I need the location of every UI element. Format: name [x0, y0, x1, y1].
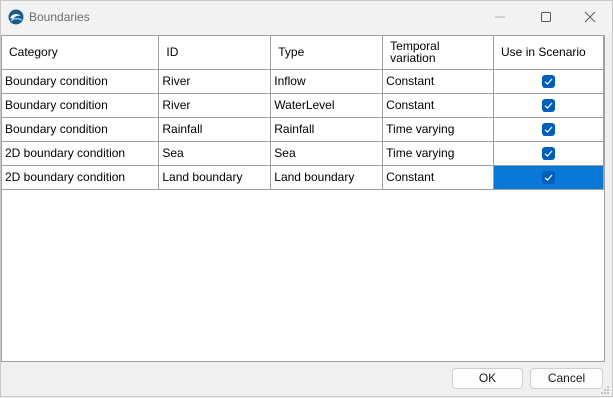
checkmark-icon: [544, 150, 553, 157]
resize-grip-icon[interactable]: [600, 384, 610, 394]
window-title: Boundaries: [29, 10, 90, 24]
boundaries-dialog: Boundaries Category ID Type Temporal var…: [0, 0, 613, 397]
cell-id[interactable]: River: [158, 93, 272, 118]
header-row: Category ID Type Temporal variation Use …: [2, 36, 604, 70]
minimize-button[interactable]: [477, 1, 523, 33]
cancel-button[interactable]: Cancel: [530, 368, 603, 389]
column-header-type[interactable]: Type: [270, 36, 384, 70]
column-header-category[interactable]: Category: [2, 36, 160, 70]
cell-temporal-variation[interactable]: Time varying: [382, 117, 495, 142]
table-row[interactable]: Boundary condition River WaterLevel Cons…: [2, 93, 604, 118]
cell-type[interactable]: Sea: [270, 141, 384, 166]
table-row-selected[interactable]: 2D boundary condition Land boundary Land…: [2, 165, 604, 190]
ok-button[interactable]: OK: [452, 368, 523, 389]
maximize-button[interactable]: [523, 1, 569, 33]
cell-category[interactable]: Boundary condition: [2, 69, 160, 94]
cell-type[interactable]: Land boundary: [270, 165, 384, 190]
use-in-scenario-checkbox[interactable]: [542, 171, 555, 185]
cell-category[interactable]: Boundary condition: [2, 117, 160, 142]
cell-category[interactable]: 2D boundary condition: [2, 141, 160, 166]
cell-use-in-scenario[interactable]: [493, 165, 604, 190]
cell-temporal-variation[interactable]: Constant: [382, 69, 495, 94]
water-wave-icon: [8, 9, 24, 25]
use-in-scenario-checkbox[interactable]: [542, 75, 555, 89]
cell-id[interactable]: Sea: [158, 141, 272, 166]
cell-category[interactable]: 2D boundary condition: [2, 165, 160, 190]
maximize-icon: [541, 12, 551, 22]
cell-type[interactable]: WaterLevel: [270, 93, 384, 118]
table-row[interactable]: 2D boundary condition Sea Sea Time varyi…: [2, 141, 604, 166]
cell-use-in-scenario[interactable]: [493, 141, 604, 166]
checkmark-icon: [544, 78, 553, 85]
checkmark-icon: [544, 126, 553, 133]
column-header-temporal-variation[interactable]: Temporal variation: [382, 36, 495, 70]
cell-id[interactable]: Land boundary: [158, 165, 272, 190]
table-row[interactable]: Boundary condition Rainfall Rainfall Tim…: [2, 117, 604, 142]
table-row[interactable]: Boundary condition River Inflow Constant: [2, 69, 604, 94]
cell-temporal-variation[interactable]: Constant: [382, 165, 495, 190]
cell-use-in-scenario[interactable]: [493, 117, 604, 142]
title-bar[interactable]: Boundaries: [1, 1, 612, 33]
cell-temporal-variation[interactable]: Constant: [382, 93, 495, 118]
cell-temporal-variation[interactable]: Time varying: [382, 141, 495, 166]
cell-type[interactable]: Rainfall: [270, 117, 384, 142]
cell-id[interactable]: River: [158, 69, 272, 94]
use-in-scenario-checkbox[interactable]: [542, 99, 555, 113]
boundaries-table: Category ID Type Temporal variation Use …: [2, 36, 604, 190]
cell-use-in-scenario[interactable]: [493, 93, 604, 118]
cell-id[interactable]: Rainfall: [158, 117, 272, 142]
use-in-scenario-checkbox[interactable]: [542, 147, 555, 161]
boundaries-grid[interactable]: Category ID Type Temporal variation Use …: [1, 35, 605, 362]
column-header-use-in-scenario[interactable]: Use in Scenario: [493, 36, 604, 70]
close-icon: [584, 11, 596, 23]
close-button[interactable]: [567, 1, 613, 33]
column-header-id[interactable]: ID: [158, 36, 272, 70]
checkmark-icon: [544, 174, 553, 181]
minimize-icon: [495, 16, 505, 18]
cell-type[interactable]: Inflow: [270, 69, 384, 94]
checkmark-icon: [544, 102, 553, 109]
cell-use-in-scenario[interactable]: [493, 69, 604, 94]
cell-category[interactable]: Boundary condition: [2, 93, 160, 118]
use-in-scenario-checkbox[interactable]: [542, 123, 555, 137]
